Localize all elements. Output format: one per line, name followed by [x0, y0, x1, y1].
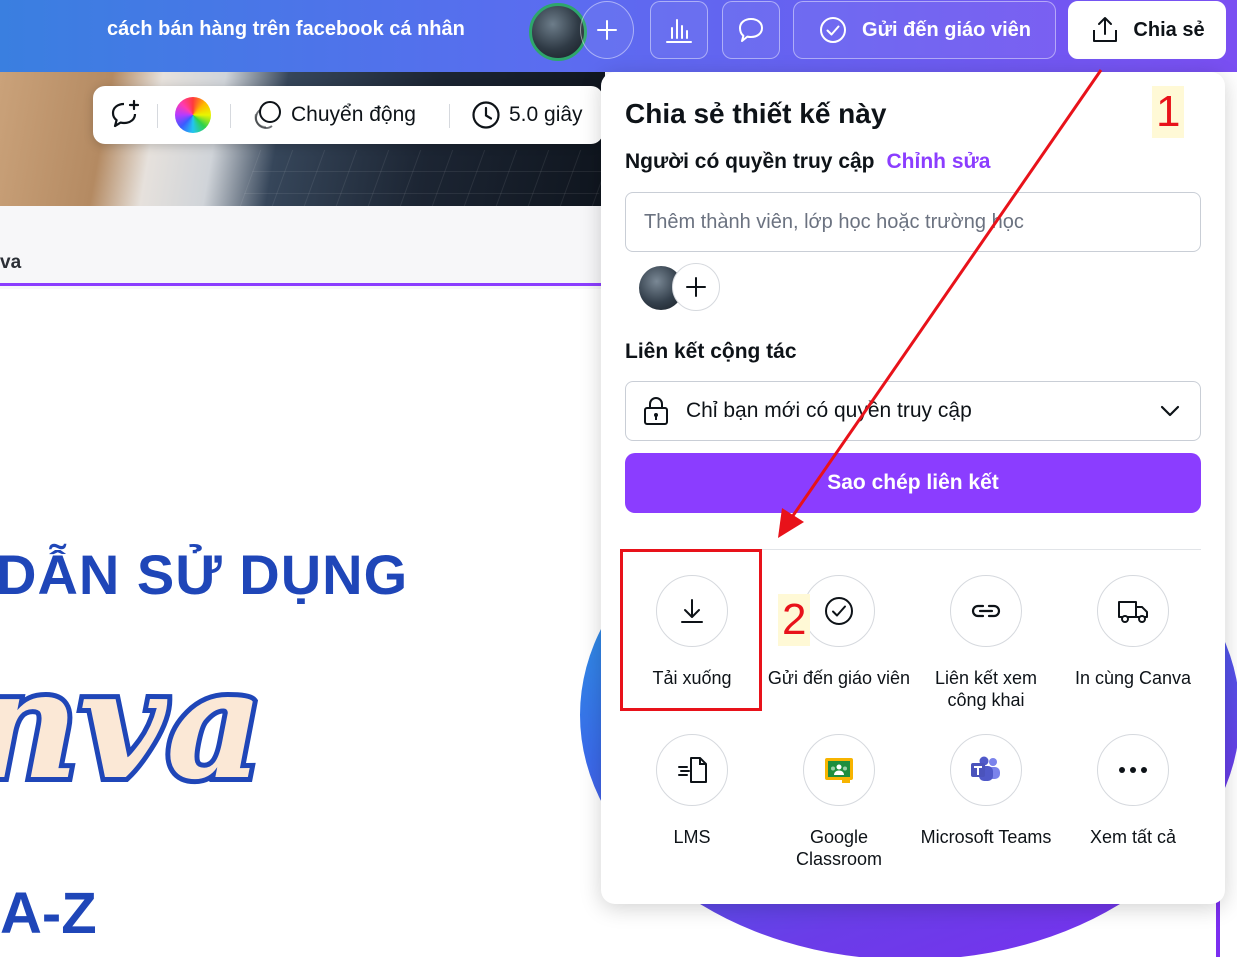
public-view-link-option[interactable]: Liên kết xem công khai: [913, 575, 1059, 711]
user-avatar[interactable]: [529, 3, 587, 61]
microsoft-teams-icon: [971, 756, 1000, 781]
public-view-link-circle[interactable]: [950, 575, 1022, 647]
share-label: Chia sẻ: [1133, 18, 1205, 41]
microsoft-teams-circle[interactable]: [950, 734, 1022, 806]
add-member-input[interactable]: [625, 192, 1201, 252]
collab-link-label: Liên kết cộng tác: [625, 340, 797, 363]
design-heading[interactable]: DẪN SỬ DỤNG: [0, 542, 408, 607]
comment-add-icon: [111, 99, 140, 128]
send-to-teacher-option-label: Gửi đến giáo viên: [767, 668, 911, 688]
design-subtitle[interactable]: A-Z: [0, 880, 97, 947]
share-panel: Chia sẻ thiết kế này Người có quyền truy…: [601, 72, 1225, 904]
add-comment-button[interactable]: [107, 86, 141, 144]
copy-link-button[interactable]: Sao chép liên kết: [625, 453, 1201, 513]
print-with-canva-option[interactable]: In cùng Canva: [1060, 575, 1206, 689]
plus-icon: [597, 20, 617, 40]
google-classroom-icon: [825, 758, 853, 783]
lms-option[interactable]: LMS: [619, 734, 765, 848]
chevron-down-icon: [1160, 405, 1180, 417]
design-brand-text[interactable]: nva: [0, 645, 268, 805]
comment-button[interactable]: [722, 1, 780, 59]
access-row: Người có quyền truy cập Chỉnh sửa: [625, 150, 990, 174]
bar-chart-icon: [666, 19, 692, 43]
motion-label: Chuyển động: [291, 103, 416, 126]
plus-icon: [686, 277, 706, 297]
lms-label: LMS: [673, 827, 711, 847]
edit-access-link[interactable]: Chỉnh sửa: [887, 150, 991, 173]
public-view-link-label: Liên kết xem công khai: [934, 668, 1038, 710]
toolbar-divider: [449, 104, 450, 128]
lock-icon: [644, 397, 668, 425]
google-classroom-label: Google Classroom: [795, 827, 883, 869]
color-wheel-icon: [175, 97, 211, 133]
keyboard-pattern: [239, 150, 616, 206]
design-page[interactable]: [0, 289, 605, 957]
lms-icon: [678, 757, 707, 783]
share-panel-title: Chia sẻ thiết kế này: [625, 98, 887, 129]
duration-button[interactable]: 5.0 giây: [471, 86, 583, 144]
upload-icon: [1093, 17, 1118, 42]
microsoft-teams-option[interactable]: Microsoft Teams: [913, 734, 1059, 848]
animate-button[interactable]: Chuyển động: [251, 86, 416, 144]
more-icon: [1119, 767, 1147, 773]
comment-icon: [739, 18, 763, 42]
toolbar-divider: [157, 104, 158, 128]
truck-icon: [1118, 601, 1148, 623]
link-icon: [971, 604, 1001, 618]
add-member-button[interactable]: [672, 263, 720, 311]
link-access-value: Chỉ bạn mới có quyền truy cập: [686, 399, 972, 422]
clock-icon: [472, 101, 500, 129]
send-to-teacher-circle[interactable]: [803, 575, 875, 647]
document-title[interactable]: cách bán hàng trên facebook cá nhân: [107, 18, 465, 41]
toolbar-divider: [230, 104, 231, 128]
duration-label: 5.0 giây: [509, 103, 583, 126]
google-classroom-option[interactable]: Google Classroom: [766, 734, 912, 870]
send-to-teacher-button[interactable]: Gửi đến giáo viên: [793, 1, 1056, 59]
link-access-dropdown[interactable]: Chỉ bạn mới có quyền truy cập: [625, 381, 1201, 441]
motion-icon: [254, 101, 281, 129]
see-all-option[interactable]: Xem tất cả: [1060, 734, 1206, 848]
add-collaborator-button[interactable]: [580, 1, 634, 59]
page-selection-edge: [1216, 895, 1220, 957]
step-2-marker: 2: [778, 594, 811, 646]
top-bar: cách bán hàng trên facebook cá nhân Gửi …: [0, 0, 1237, 72]
page-title-label[interactable]: va: [0, 252, 21, 274]
access-label: Người có quyền truy cập: [625, 150, 875, 173]
element-toolbar: Chuyển động 5.0 giây: [93, 86, 603, 144]
share-button[interactable]: Chia sẻ: [1068, 1, 1226, 59]
google-classroom-circle[interactable]: [803, 734, 875, 806]
see-all-circle[interactable]: [1097, 734, 1169, 806]
insights-button[interactable]: [650, 1, 708, 59]
print-with-canva-label: In cùng Canva: [1074, 668, 1192, 688]
color-picker-button[interactable]: [175, 86, 211, 144]
download-highlight-box: [620, 549, 762, 711]
lms-circle[interactable]: [656, 734, 728, 806]
page-selection-line: [0, 283, 605, 286]
step-1-marker: 1: [1152, 86, 1185, 138]
check-circle-icon: [820, 17, 847, 43]
print-with-canva-circle[interactable]: [1097, 575, 1169, 647]
send-to-teacher-label: Gửi đến giáo viên: [862, 18, 1031, 41]
microsoft-teams-label: Microsoft Teams: [920, 827, 1052, 847]
see-all-label: Xem tất cả: [1089, 827, 1177, 847]
check-circle-icon: [825, 597, 853, 625]
